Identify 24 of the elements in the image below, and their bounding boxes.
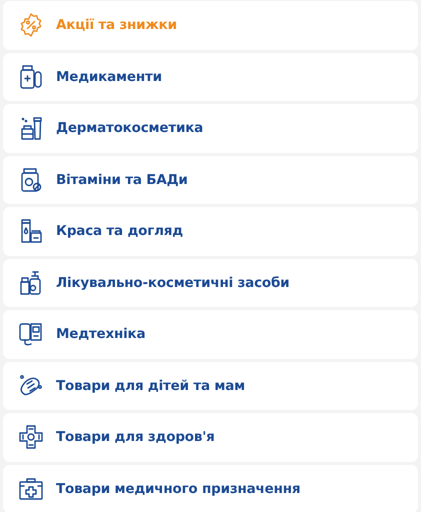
category-item[interactable]: Лікувально-косметичні засоби — [3, 258, 418, 307]
discount-icon — [18, 12, 44, 38]
category-item[interactable]: Дерматокосметика — [3, 104, 418, 152]
first-aid-kit-icon — [18, 476, 44, 502]
category-item[interactable]: Медикаменти — [3, 52, 418, 101]
category-label: Товари медичного призначення — [56, 480, 300, 499]
category-label: Медикаменти — [56, 68, 162, 87]
category-item[interactable]: Товари для дітей та мам — [3, 362, 418, 410]
category-item[interactable]: Товари для здоров'я — [3, 413, 418, 462]
category-label: Вітаміни та БАДи — [56, 170, 188, 190]
medicine-bottle-icon — [18, 64, 44, 90]
category-label: Товари для здоров'я — [56, 428, 215, 448]
category-label: Дерматокосметика — [56, 119, 204, 138]
category-label: Лікувально-косметичні засоби — [56, 274, 290, 293]
category-label: Медтехніка — [56, 325, 146, 344]
category-item[interactable]: Медтехніка — [3, 310, 418, 358]
category-item[interactable]: Товари медичного призначення — [3, 464, 418, 512]
medical-device-icon — [18, 321, 44, 348]
medical-cross-icon — [18, 424, 44, 450]
category-label: Краса та догляд — [56, 222, 183, 242]
category-item[interactable]: Вітаміни та БАДи — [3, 156, 418, 204]
category-label: Товари для дітей та мам — [56, 376, 246, 396]
category-label: Акції та знижки — [56, 16, 177, 36]
category-item[interactable]: Краса та догляд — [3, 207, 418, 256]
